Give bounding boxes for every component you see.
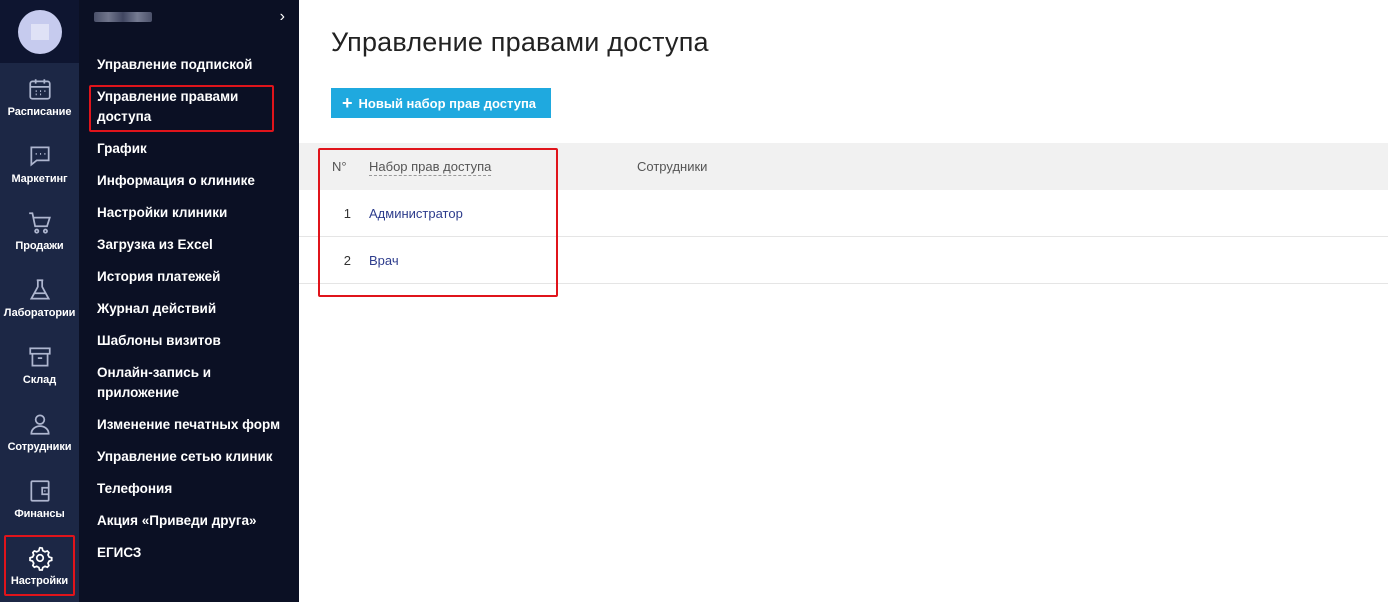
submenu-item-clinic-settings[interactable]: Настройки клиники — [79, 203, 299, 223]
nav-item-schedule[interactable]: Расписание — [0, 63, 79, 130]
nav-item-staff[interactable]: Сотрудники — [0, 398, 79, 465]
avatar[interactable] — [17, 9, 62, 54]
nav-item-label: Маркетинг — [11, 172, 68, 185]
nav-item-labs[interactable]: Лаборатории — [0, 264, 79, 331]
user-icon — [29, 413, 50, 435]
submenu-item-payment-history[interactable]: История платежей — [79, 267, 299, 287]
archive-icon — [28, 346, 51, 367]
page-title: Управление правами доступа — [331, 27, 709, 57]
submenu-item-clinic-network[interactable]: Управление сетью клиник — [79, 447, 299, 467]
flask-icon — [29, 278, 50, 300]
nav-item-sales[interactable]: Продажи — [0, 197, 79, 264]
gear-icon — [28, 546, 53, 571]
submenu-item-access-rights[interactable]: Управление правами доступа — [79, 87, 254, 127]
submenu-item-clinic-info[interactable]: Информация о клинике — [79, 171, 299, 191]
chevron-right-icon[interactable]: › — [280, 8, 285, 26]
nav-item-label: Настройки — [10, 574, 69, 587]
nav-item-label: Склад — [22, 373, 57, 386]
nav-item-label: Продажи — [15, 239, 64, 252]
wallet-icon — [29, 479, 50, 502]
plus-icon: + — [342, 93, 353, 113]
add-access-set-button[interactable]: + Новый набор прав доступа — [331, 88, 551, 118]
table-row: 2 Врач — [299, 237, 1388, 284]
clinic-switcher[interactable]: › — [79, 0, 299, 34]
submenu-item-excel-import[interactable]: Загрузка из Excel — [79, 235, 299, 255]
column-header-access-set-label[interactable]: Набор прав доступа — [369, 159, 492, 176]
submenu-item-action-log[interactable]: Журнал действий — [79, 299, 299, 319]
submenu-list: Управление подпиской Управление правами … — [79, 34, 299, 563]
submenu-item-referral[interactable]: Акция «Приведи друга» — [79, 511, 299, 531]
settings-submenu: › Управление подпиской Управление правам… — [79, 0, 299, 602]
submenu-item-egisz[interactable]: ЕГИСЗ — [79, 543, 299, 563]
access-set-link[interactable]: Администратор — [369, 206, 463, 221]
nav-item-label: Сотрудники — [7, 440, 72, 453]
column-header-staff: Сотрудники — [637, 159, 708, 174]
chat-icon — [29, 145, 50, 166]
add-button-label: Новый набор прав доступа — [358, 95, 537, 111]
nav-item-warehouse[interactable]: Склад — [0, 331, 79, 398]
nav-item-finance[interactable]: Финансы — [0, 465, 79, 532]
access-sets-table: N° Набор прав доступа Сотрудники 1 Админ… — [299, 143, 1388, 284]
submenu-item-online-booking[interactable]: Онлайн-запись и приложение — [79, 363, 254, 403]
submenu-item-subscription[interactable]: Управление подпиской — [79, 55, 299, 75]
main-nav-rail: Расписание Маркетинг Продажи Лаборатории… — [0, 0, 79, 602]
nav-item-label: Расписание — [7, 105, 72, 118]
nav-item-settings[interactable]: Настройки — [0, 532, 79, 599]
column-header-access-set[interactable]: Набор прав доступа — [369, 159, 637, 176]
nav-item-label: Финансы — [14, 507, 65, 520]
column-header-number: N° — [332, 159, 347, 174]
table-row: 1 Администратор — [299, 190, 1388, 237]
submenu-item-schedule[interactable]: График — [79, 139, 299, 159]
submenu-item-print-forms[interactable]: Изменение печатных форм — [79, 415, 299, 435]
avatar-image — [30, 23, 49, 40]
rail-header — [0, 0, 79, 63]
row-number: 1 — [343, 205, 351, 221]
table-header: N° Набор прав доступа Сотрудники — [299, 143, 1388, 190]
clinic-name-blurred — [94, 12, 152, 22]
submenu-item-telephony[interactable]: Телефония — [79, 479, 299, 499]
cart-icon — [28, 211, 51, 234]
row-number: 2 — [343, 252, 351, 268]
access-set-link[interactable]: Врач — [369, 253, 399, 268]
nav-item-marketing[interactable]: Маркетинг — [0, 130, 79, 197]
submenu-item-visit-templates[interactable]: Шаблоны визитов — [79, 331, 299, 351]
nav-item-label: Лаборатории — [3, 306, 76, 319]
main-content: Управление правами доступа + Новый набор… — [299, 0, 1388, 602]
calendar-icon — [28, 78, 51, 100]
app-window: Расписание Маркетинг Продажи Лаборатории… — [0, 0, 1388, 602]
